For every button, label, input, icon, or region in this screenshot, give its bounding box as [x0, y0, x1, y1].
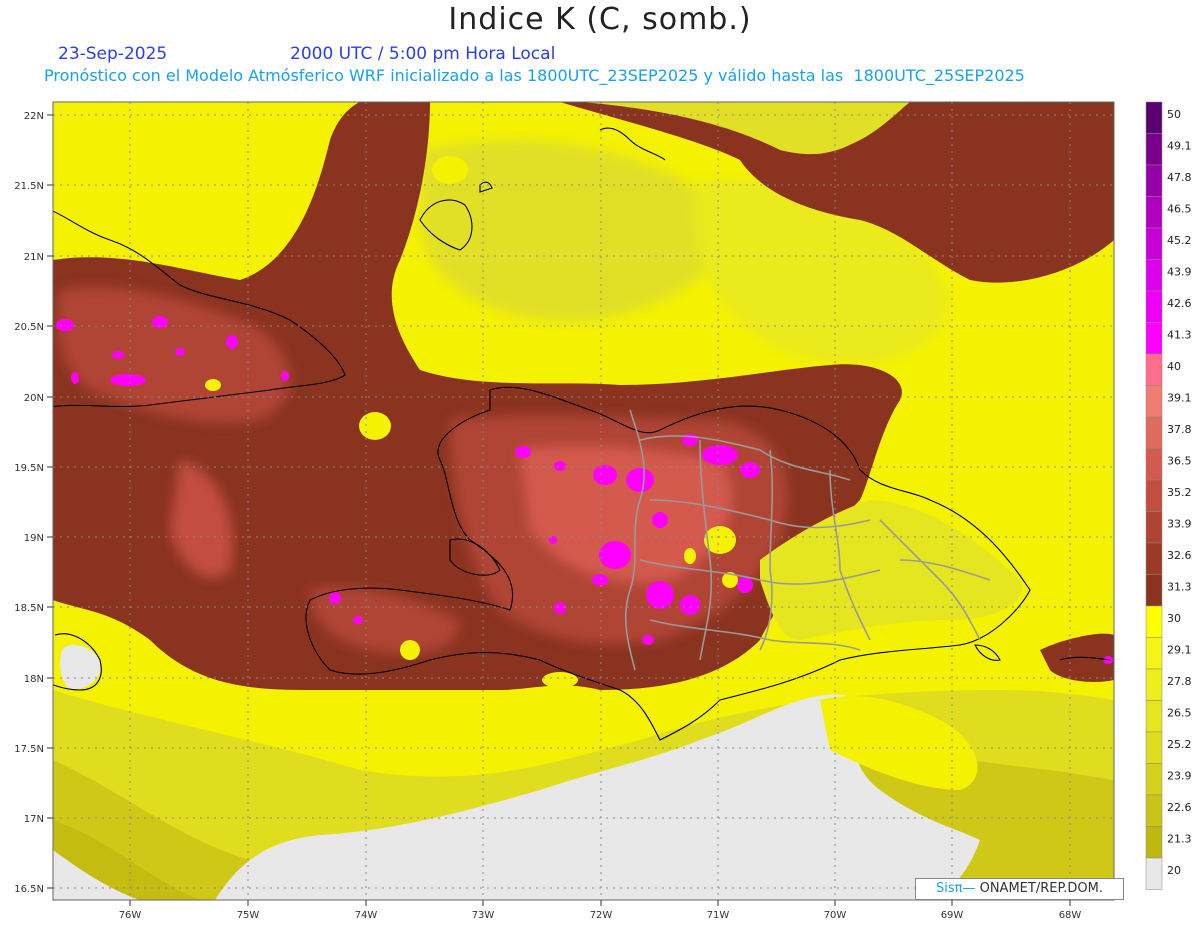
- lon-label: 72W: [590, 910, 613, 921]
- lat-label: 18N: [24, 674, 44, 685]
- lon-label: 71W: [707, 910, 730, 921]
- colorbar-label: 42.6: [1167, 297, 1192, 310]
- colorbar-label: 21.3: [1167, 833, 1192, 846]
- colorbar-swatch: [1145, 794, 1163, 827]
- colorbar-label: 46.5: [1167, 203, 1192, 216]
- colorbar-label: 40: [1167, 360, 1181, 373]
- lat-label: 20N: [24, 393, 44, 404]
- colorbar-swatch: [1145, 196, 1163, 229]
- colorbar-swatch: [1145, 637, 1163, 670]
- colorbar-swatch: [1145, 133, 1163, 166]
- colorbar-swatch: [1145, 574, 1163, 607]
- lon-label: 75W: [237, 910, 260, 921]
- lon-label: 73W: [472, 910, 495, 921]
- colorbar-label: 20: [1167, 864, 1181, 877]
- colorbar-swatch: [1145, 416, 1163, 449]
- lon-label: 70W: [824, 910, 847, 921]
- colorbar-swatch: [1145, 826, 1163, 859]
- colorbar-swatch: [1145, 101, 1163, 134]
- colorbar-swatch: [1145, 857, 1163, 890]
- colorbar-swatch: [1145, 700, 1163, 733]
- colorbar-swatch: [1145, 259, 1163, 292]
- lon-label: 68W: [1059, 910, 1082, 921]
- colorbar-label: 49.1: [1167, 140, 1192, 153]
- colorbar-swatch: [1145, 763, 1163, 796]
- colorbar-swatch: [1145, 542, 1163, 575]
- colorbar-label: 39.1: [1167, 392, 1192, 405]
- lat-label: 16.5N: [14, 884, 44, 895]
- colorbar-swatch: [1145, 353, 1163, 386]
- colorbar-swatch: [1145, 479, 1163, 512]
- colorbar-label: 29.1: [1167, 644, 1192, 657]
- colorbar-label: 25.2: [1167, 738, 1192, 751]
- lat-label: 17.5N: [14, 744, 44, 755]
- colorbar-label: 26.5: [1167, 707, 1192, 720]
- colorbar-swatch: [1145, 668, 1163, 701]
- colorbar-swatch: [1145, 385, 1163, 418]
- colorbar-swatch: [1145, 164, 1163, 197]
- colorbar-label: 31.3: [1167, 581, 1192, 594]
- credit-box: Sisπ— ONAMET/REP.DOM.: [915, 878, 1124, 900]
- colorbar-swatch: [1145, 322, 1163, 355]
- colorbar-swatch: [1145, 605, 1163, 638]
- latitude-axis: 22N 21.5N 21N 20.5N 20N 19.5N 19N 18.5N …: [14, 111, 53, 895]
- lat-label: 21N: [24, 252, 44, 263]
- colorbar-label: 37.8: [1167, 423, 1192, 436]
- lat-label: 17N: [24, 814, 44, 825]
- k-index-map: 22N 21.5N 21N 20.5N 20N 19.5N 19N 18.5N …: [14, 101, 1192, 921]
- lat-label: 19.5N: [14, 463, 44, 474]
- colorbar-label: 41.3: [1167, 329, 1192, 342]
- colorbar-label: 30: [1167, 612, 1181, 625]
- colorbar-label: 33.9: [1167, 518, 1192, 531]
- lat-label: 20.5N: [14, 322, 44, 333]
- colorbar-label: 22.6: [1167, 801, 1192, 814]
- colorbar-swatch: [1145, 731, 1163, 764]
- credit-text: ONAMET/REP.DOM.: [975, 881, 1103, 896]
- colorbar-label: 43.9: [1167, 266, 1192, 279]
- colorbar-label: 36.5: [1167, 455, 1192, 468]
- lat-label: 22N: [24, 111, 44, 122]
- colorbar-swatch: [1145, 448, 1163, 481]
- colorbar-label: 35.2: [1167, 486, 1192, 499]
- lon-label: 74W: [355, 910, 378, 921]
- longitude-axis: 76W 75W 74W 73W 72W 71W 70W 69W 68W: [119, 900, 1082, 921]
- lat-label: 18.5N: [14, 603, 44, 614]
- colorbar-label: 50: [1167, 108, 1181, 121]
- colorbar-swatch: [1145, 227, 1163, 260]
- colorbar-swatch: [1145, 511, 1163, 544]
- colorbar-label: 45.2: [1167, 234, 1192, 247]
- lat-label: 19N: [24, 533, 44, 544]
- colorbar-label: 47.8: [1167, 171, 1192, 184]
- lat-label: 21.5N: [14, 181, 44, 192]
- lon-label: 76W: [119, 910, 142, 921]
- lon-label: 69W: [941, 910, 964, 921]
- colorbar-label: 23.9: [1167, 770, 1192, 783]
- colorbar-label: 27.8: [1167, 675, 1192, 688]
- colorbar-swatch: [1145, 290, 1163, 323]
- colorbar-label: 32.6: [1167, 549, 1192, 562]
- colorbar: 50 49.1 47.8 46.5 45.2 43.9 42.6 41.3 40 39.1 37.8…: [1145, 101, 1192, 890]
- credit-brand: Sisπ—: [936, 881, 976, 896]
